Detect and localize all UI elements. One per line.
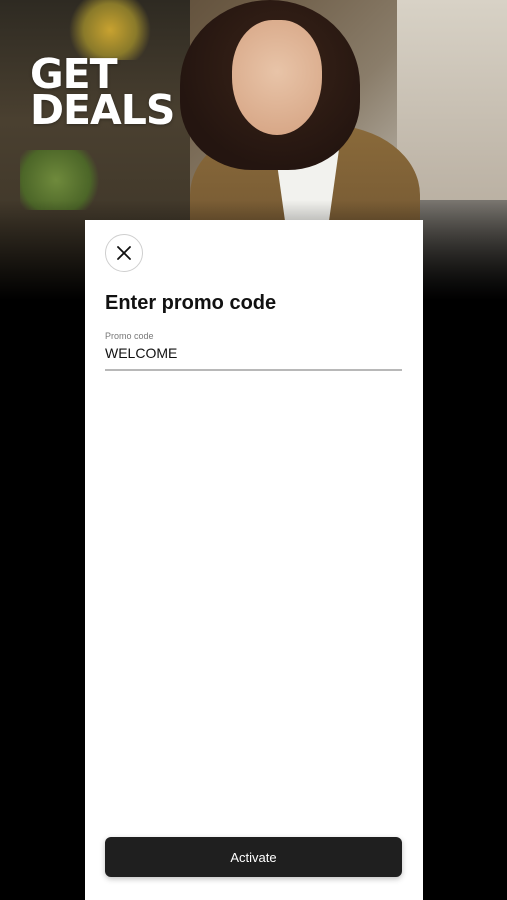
hero-person-face xyxy=(232,20,322,135)
promo-code-field: Promo code xyxy=(105,331,402,371)
hero-title-line2: DEALS xyxy=(30,86,175,134)
hero-title: GET DEALS xyxy=(30,54,175,134)
close-button[interactable] xyxy=(105,234,143,272)
promo-code-input[interactable] xyxy=(105,345,402,361)
close-icon xyxy=(117,246,131,260)
activate-button[interactable]: Activate xyxy=(105,837,402,877)
promo-code-sheet: Enter promo code Promo code Activate xyxy=(85,220,423,900)
sheet-title: Enter promo code xyxy=(105,292,277,314)
promo-code-label: Promo code xyxy=(105,331,154,341)
screen: GET DEALS Enter promo code Promo code Ac… xyxy=(0,0,507,900)
